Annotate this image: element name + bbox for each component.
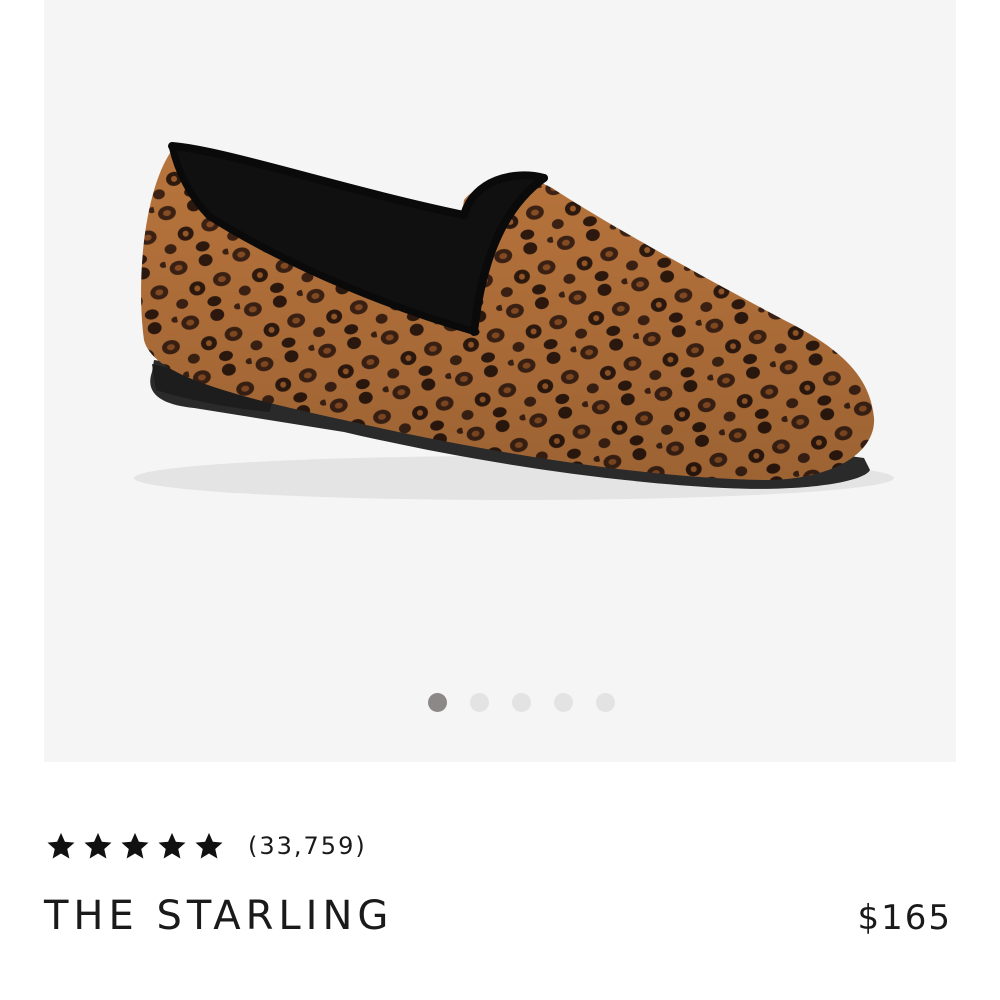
star-icon <box>47 832 75 859</box>
carousel-dot-1[interactable] <box>427 692 447 712</box>
carousel-dot-5[interactable] <box>595 692 615 712</box>
star-icon <box>121 832 149 859</box>
review-count[interactable]: (33,759) <box>248 832 367 860</box>
carousel-dot-3[interactable] <box>511 692 531 712</box>
product-name: THE STARLING <box>44 893 394 939</box>
star-icon <box>84 832 112 859</box>
star-icon <box>158 832 186 859</box>
carousel-dot-4[interactable] <box>553 692 573 712</box>
carousel-dots <box>44 692 956 712</box>
rating-row[interactable]: (33,759) <box>46 828 367 864</box>
product-price: $165 <box>857 898 952 938</box>
carousel-dot-2[interactable] <box>469 692 489 712</box>
product-image-gallery[interactable] <box>44 0 956 762</box>
product-card: (33,759) THE STARLING $165 <box>0 0 1000 1000</box>
product-image[interactable] <box>44 0 956 680</box>
star-rating <box>46 831 224 861</box>
star-icon <box>195 832 223 859</box>
